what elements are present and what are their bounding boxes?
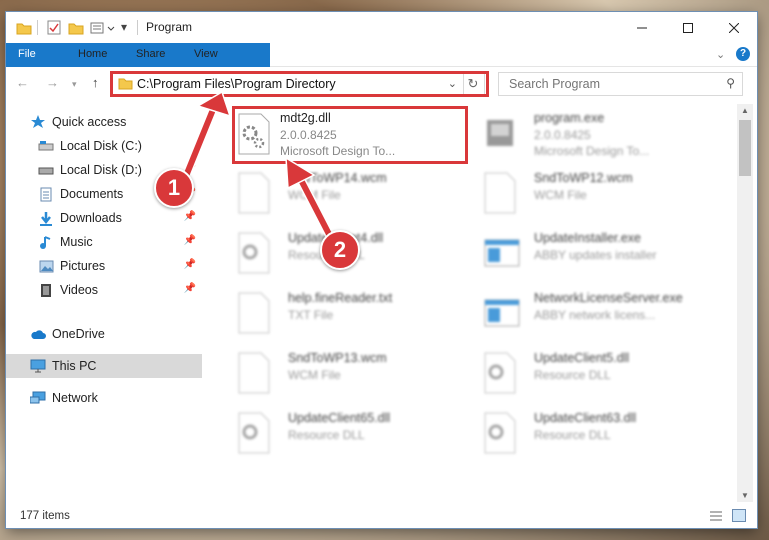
callout-step-1: 1	[154, 168, 194, 208]
callout-step-2: 2	[320, 230, 360, 270]
annotation-arrows	[181, 90, 337, 245]
